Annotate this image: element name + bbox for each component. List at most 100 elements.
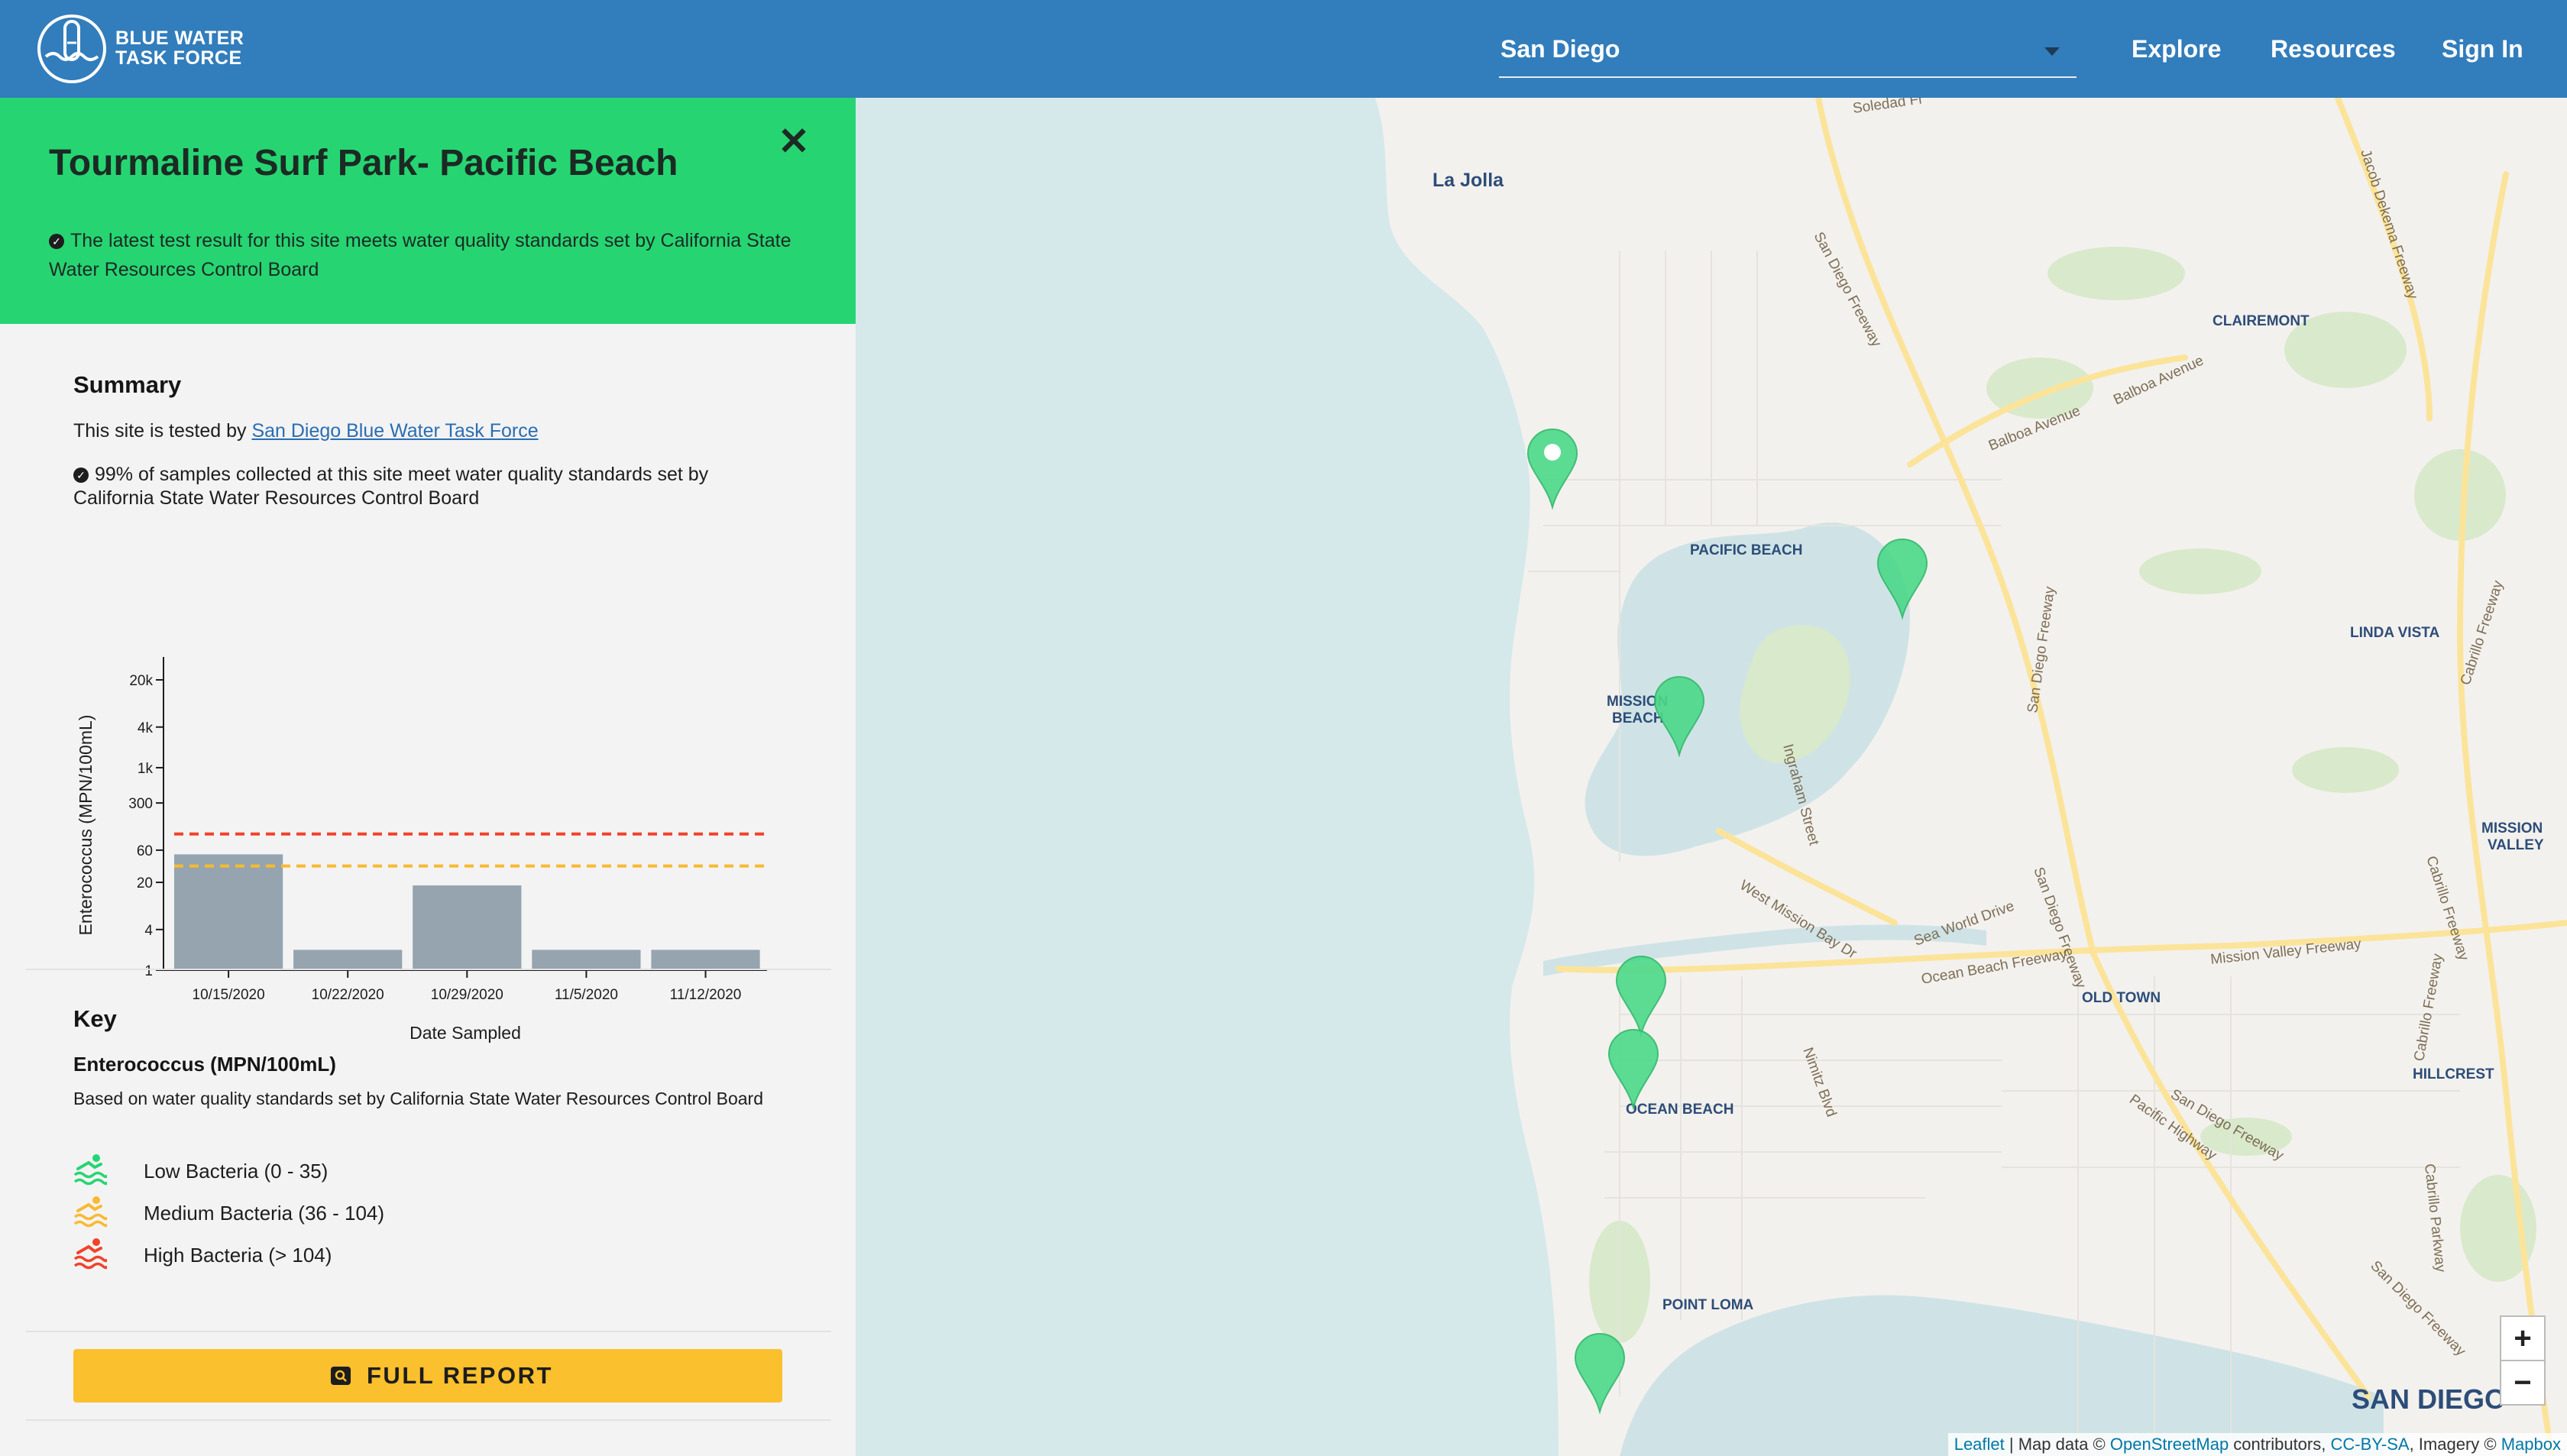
tested-by-prefix: This site is tested by xyxy=(73,420,252,442)
zoom-in-button[interactable]: + xyxy=(2500,1315,2546,1361)
place-label: CLAIREMONT xyxy=(2213,313,2310,329)
y-tick-label: 4k xyxy=(138,720,154,736)
place-label: SAN DIEGO xyxy=(2352,1383,2506,1415)
y-tick-label: 4 xyxy=(144,923,153,939)
attribution-text: | Map data © xyxy=(2004,1435,2110,1454)
check-icon: ✓ xyxy=(49,234,64,249)
place-label: HILLCREST xyxy=(2413,1066,2494,1082)
brand-line-1: BLUE WATER xyxy=(115,28,244,49)
nav-sign-in[interactable]: Sign In xyxy=(2442,35,2523,63)
map-marker[interactable] xyxy=(1607,1029,1659,1111)
check-icon: ✓ xyxy=(73,468,89,483)
caret-down-icon xyxy=(2044,47,2060,56)
map-marker[interactable] xyxy=(1526,429,1578,510)
bar[interactable] xyxy=(174,854,283,970)
place-label: BEACH xyxy=(1612,710,1664,726)
swimmer-icon xyxy=(73,1154,107,1186)
map-marker[interactable] xyxy=(1574,1333,1626,1415)
key-item-label: High Bacteria (> 104) xyxy=(144,1244,332,1267)
site-title: Tourmaline Surf Park- Pacific Beach xyxy=(49,143,678,183)
y-tick-label: 300 xyxy=(128,796,153,812)
park xyxy=(2139,548,2261,594)
road-label: Nimitz Blvd xyxy=(1799,1046,1839,1119)
tested-by-line: This site is tested by San Diego Blue Wa… xyxy=(73,420,539,442)
full-report-button[interactable]: FULL REPORT xyxy=(73,1349,782,1403)
place-label: VALLEY xyxy=(2488,837,2544,853)
brand-name[interactable]: BLUE WATER TASK FORCE xyxy=(115,28,244,68)
y-tick-label: 1k xyxy=(138,761,154,777)
nav-resources[interactable]: Resources xyxy=(2271,35,2396,63)
place-label: POINT LOMA xyxy=(1662,1297,1754,1313)
key-description: Based on water quality standards set by … xyxy=(73,1089,763,1108)
bar[interactable] xyxy=(532,950,641,970)
site-status-header: Tourmaline Surf Park- Pacific Beach ✕ ✓ T… xyxy=(0,98,856,324)
tester-link[interactable]: San Diego Blue Water Task Force xyxy=(251,420,538,442)
road-label: Cabrillo Freeway xyxy=(2411,952,2446,1063)
map-attribution: Leaflet | Map data © OpenStreetMap contr… xyxy=(1947,1433,2567,1456)
close-icon[interactable]: ✕ xyxy=(778,121,810,162)
x-axis-label: Date Sampled xyxy=(409,1023,521,1043)
x-tick-label: 11/12/2020 xyxy=(670,987,742,1003)
top-navigation-bar: BLUE WATER TASK FORCE San Diego Explore … xyxy=(0,0,2567,98)
divider xyxy=(26,969,831,970)
status-message: ✓ The latest test result for this site me… xyxy=(49,226,798,284)
cc-by-sa-link[interactable]: CC-BY-SA xyxy=(2330,1435,2409,1454)
san-diego-bay xyxy=(1620,1295,2384,1456)
enterococcus-chart: 1 4 20 60 300 1k 4k 20k 10/15/2020 10/22/2020 10/2… xyxy=(76,657,767,1043)
percent-text: 99% of samples collected at this site me… xyxy=(73,464,709,509)
park xyxy=(2047,247,2185,300)
place-label: PACIFIC BEACH xyxy=(1690,542,1802,558)
place-label: MISSION xyxy=(2481,820,2543,836)
mapbox-link[interactable]: Mapbox xyxy=(2501,1435,2561,1454)
x-tick-label: 11/5/2020 xyxy=(555,987,618,1003)
road-label: West Mission Bay Dr xyxy=(1737,877,1860,962)
nav-explore[interactable]: Explore xyxy=(2132,35,2221,63)
full-report-label: FULL REPORT xyxy=(367,1362,553,1389)
city-select-value: San Diego xyxy=(1500,35,1620,63)
swimmer-body xyxy=(76,1202,102,1212)
key-item-label: Low Bacteria (0 - 35) xyxy=(144,1160,329,1183)
zoom-out-button[interactable]: − xyxy=(2500,1360,2546,1406)
road-label: Soledad Fr xyxy=(1852,98,1925,117)
bar[interactable] xyxy=(413,885,522,970)
swimmer-body xyxy=(76,1244,102,1254)
map-tiles[interactable]: La Jolla CLAIREMONT PACIFIC BEACH MISSIO… xyxy=(856,98,2567,1456)
x-tick-label: 10/15/2020 xyxy=(193,987,265,1003)
openstreetmap-link[interactable]: OpenStreetMap xyxy=(2110,1435,2229,1454)
y-tick-label: 1 xyxy=(144,963,153,979)
leaflet-link[interactable]: Leaflet xyxy=(1954,1435,2005,1454)
swimmer-head xyxy=(92,1238,100,1246)
key-item-medium: Medium Bacteria (36 - 104) xyxy=(73,1194,608,1231)
place-label: OLD TOWN xyxy=(2082,990,2161,1006)
selected-marker-dot xyxy=(1544,444,1561,461)
key-item-label: Medium Bacteria (36 - 104) xyxy=(144,1202,385,1225)
map[interactable]: La Jolla CLAIREMONT PACIFIC BEACH MISSIO… xyxy=(856,98,2567,1456)
swimmer-icon-glyph xyxy=(73,1196,107,1228)
summary-title: Summary xyxy=(73,371,182,398)
key-item-low: Low Bacteria (0 - 35) xyxy=(73,1152,608,1189)
logo-icon[interactable] xyxy=(37,14,107,84)
wave xyxy=(73,1262,107,1270)
y-axis-label: Enterococcus (MPN/100mL) xyxy=(76,715,95,936)
road-label: Jacob Dekema Freeway xyxy=(2357,147,2420,302)
divider xyxy=(26,1419,831,1421)
x-tick-label: 10/22/2020 xyxy=(312,987,384,1003)
road-label: San Diego Freeway xyxy=(2025,585,2058,714)
bar[interactable] xyxy=(293,950,403,970)
swimmer-icon-glyph xyxy=(73,1238,107,1270)
place-label: LINDA VISTA xyxy=(2350,625,2439,641)
road-label: Cabrillo Freeway xyxy=(2423,854,2472,963)
road-label: Cabrillo Freeway xyxy=(2458,578,2507,688)
bar[interactable] xyxy=(651,950,760,970)
status-message-text: The latest test result for this site mee… xyxy=(49,230,791,280)
y-tick-label: 60 xyxy=(137,843,153,859)
swimmer-icon-glyph xyxy=(73,1154,107,1186)
map-marker[interactable] xyxy=(1615,956,1667,1037)
divider xyxy=(26,1331,831,1332)
wave xyxy=(73,1255,107,1263)
key-item-high: High Bacteria (> 104) xyxy=(73,1236,608,1273)
y-tick-label: 20 xyxy=(137,875,153,891)
city-select[interactable]: San Diego xyxy=(1499,32,2077,78)
key-subtitle: Enterococcus (MPN/100mL) xyxy=(73,1053,336,1076)
wave xyxy=(73,1220,107,1228)
